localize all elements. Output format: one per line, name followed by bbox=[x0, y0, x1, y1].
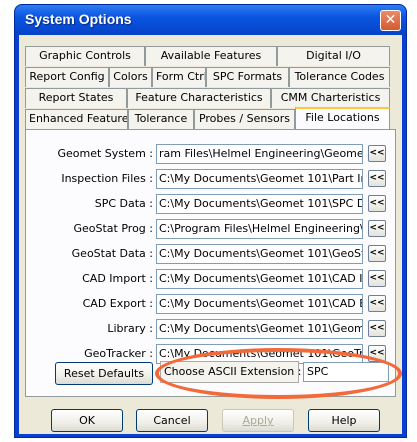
browse-button[interactable]: << bbox=[368, 295, 386, 312]
tab-row-3: Report States Feature Characteristics CM… bbox=[25, 88, 390, 108]
tab-report-config[interactable]: Report Config bbox=[25, 67, 109, 87]
tab-available-features[interactable]: Available Features bbox=[145, 46, 277, 66]
highlight-circle bbox=[155, 348, 402, 399]
cancel-button[interactable]: Cancel bbox=[136, 409, 208, 432]
field-row-cad-import: CAD Import : C:\My Documents\Geomet 101\… bbox=[26, 269, 397, 291]
cad-import-path-input[interactable]: C:\My Documents\Geomet 101\CAD Import bbox=[156, 269, 363, 289]
tab-graphic-controls[interactable]: Graphic Controls bbox=[25, 46, 145, 66]
inspection-files-path-input[interactable]: C:\My Documents\Geomet 101\Part Inspec bbox=[156, 169, 363, 189]
tab-report-states[interactable]: Report States bbox=[25, 88, 127, 108]
tab-row-2: Report Config Colors Form Ctrl SPC Forma… bbox=[25, 67, 390, 87]
tab-row-1: Graphic Controls Available Features Digi… bbox=[25, 46, 390, 66]
field-row-geomet-system: Geomet System : ram Files\Helmel Enginee… bbox=[26, 144, 397, 166]
help-button[interactable]: Help bbox=[308, 409, 380, 432]
browse-button[interactable]: << bbox=[368, 270, 386, 287]
browse-button[interactable]: << bbox=[368, 220, 386, 237]
spc-data-path-input[interactable]: C:\My Documents\Geomet 101\SPC Data\ bbox=[156, 194, 363, 214]
tab-tolerance[interactable]: Tolerance bbox=[128, 109, 194, 129]
field-row-geostat-prog: GeoStat Prog : C:\Program Files\Helmel E… bbox=[26, 219, 397, 241]
field-row-library: Library : C:\My Documents\Geomet 101\Geo… bbox=[26, 319, 397, 341]
tab-digital-io[interactable]: Digital I/O bbox=[277, 46, 390, 66]
cad-export-path-input[interactable]: C:\My Documents\Geomet 101\CAD Expor bbox=[156, 294, 363, 314]
geomet-system-path-input[interactable]: ram Files\Helmel Engineering\Geomet 101\ bbox=[156, 144, 363, 164]
browse-button[interactable]: << bbox=[368, 195, 386, 212]
apply-button[interactable]: Apply bbox=[222, 409, 294, 432]
geostat-data-path-input[interactable]: C:\My Documents\Geomet 101\GeoStat Da bbox=[156, 244, 363, 264]
tab-tolerance-codes[interactable]: Tolerance Codes bbox=[289, 67, 390, 87]
library-path-input[interactable]: C:\My Documents\Geomet 101\Geomet Lib bbox=[156, 319, 363, 339]
close-button[interactable]: ✕ bbox=[380, 10, 401, 31]
tab-probes-sensors[interactable]: Probes / Sensors bbox=[194, 109, 295, 129]
field-row-geostat-data: GeoStat Data : C:\My Documents\Geomet 10… bbox=[26, 244, 397, 266]
field-label: GeoTracker : bbox=[84, 347, 153, 360]
tab-feature-characteristics[interactable]: Feature Characteristics bbox=[127, 88, 271, 108]
tab-file-locations[interactable]: File Locations bbox=[295, 107, 390, 129]
field-label: CAD Export : bbox=[82, 297, 153, 310]
field-label: CAD Import : bbox=[82, 272, 153, 285]
system-options-window: System Options ✕ Graphic Controls Availa… bbox=[14, 4, 407, 438]
title-bar[interactable]: System Options ✕ bbox=[15, 5, 406, 35]
reset-defaults-button[interactable]: Reset Defaults bbox=[55, 362, 153, 385]
window-title: System Options bbox=[25, 11, 132, 27]
browse-button[interactable]: << bbox=[368, 245, 386, 262]
browse-button[interactable]: << bbox=[368, 145, 386, 162]
field-label: GeoStat Prog : bbox=[73, 222, 153, 235]
tab-row-4: Enhanced Features Tolerance Probes / Sen… bbox=[25, 107, 390, 129]
tab-cmm-charteristics[interactable]: CMM Charteristics bbox=[271, 88, 390, 108]
field-label: SPC Data : bbox=[94, 197, 153, 210]
field-row-spc-data: SPC Data : C:\My Documents\Geomet 101\SP… bbox=[26, 194, 397, 216]
browse-button[interactable]: << bbox=[368, 320, 386, 337]
field-row-inspection-files: Inspection Files : C:\My Documents\Geome… bbox=[26, 169, 397, 191]
geostat-prog-path-input[interactable]: C:\Program Files\Helmel Engineering\GeoS bbox=[156, 219, 363, 239]
tab-spc-formats[interactable]: SPC Formats bbox=[206, 67, 289, 87]
field-label: Library : bbox=[107, 322, 153, 335]
browse-button[interactable]: << bbox=[368, 170, 386, 187]
tab-form-ctrl[interactable]: Form Ctrl bbox=[152, 67, 206, 87]
tab-colors[interactable]: Colors bbox=[109, 67, 152, 87]
ok-button[interactable]: OK bbox=[51, 409, 123, 432]
field-row-cad-export: CAD Export : C:\My Documents\Geomet 101\… bbox=[26, 294, 397, 316]
field-label: Geomet System : bbox=[57, 147, 153, 160]
dialog-client-area: Graphic Controls Available Features Digi… bbox=[19, 35, 402, 434]
apply-button-label: Apply bbox=[242, 414, 274, 427]
field-label: GeoStat Data : bbox=[71, 247, 153, 260]
field-label: Inspection Files : bbox=[61, 172, 153, 185]
tab-enhanced-features[interactable]: Enhanced Features bbox=[25, 109, 128, 129]
